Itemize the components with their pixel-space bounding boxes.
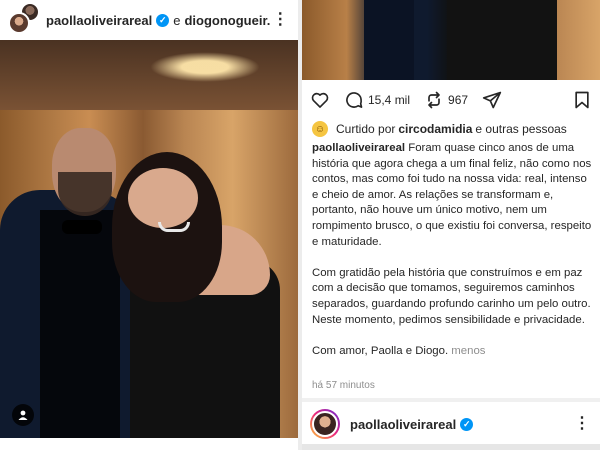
liker-avatar-icon[interactable]: ☺ (312, 121, 328, 137)
caption-author[interactable]: paollaoliveirareal (312, 142, 405, 154)
authors-conjunction: e (173, 12, 181, 28)
liked-by-prefix: Curtido por (336, 122, 396, 136)
next-post-edge (0, 438, 298, 450)
liked-by-suffix[interactable]: e outras pessoas (475, 122, 566, 136)
photo-lamp (150, 52, 260, 82)
post-photo-bottom[interactable] (302, 0, 600, 80)
coauthor-username[interactable]: diogonogueir... (184, 13, 270, 28)
post-header: paollaoliveirareal ✓ e diogonogueir... ⋮ (0, 0, 298, 40)
post-authors: paollaoliveirareal ✓ e diogonogueir... (46, 13, 271, 28)
caption-paragraph-1: Foram quase cinco anos de uma história q… (312, 142, 592, 248)
liked-by-user[interactable]: circodamidia (398, 122, 472, 136)
photo-woman-dress-bottom (447, 0, 557, 80)
save-button[interactable] (572, 90, 592, 110)
tagged-users-icon[interactable] (12, 404, 34, 426)
post-caption: paollaoliveirareal Foram quase cinco ano… (312, 141, 594, 359)
caption-paragraph-3: Com amor, Paolla e Diogo. (312, 344, 449, 357)
repost-button[interactable]: 967 (424, 90, 468, 110)
like-button[interactable] (310, 90, 330, 110)
left-post: paollaoliveirareal ✓ e diogonogueir... ⋮ (0, 0, 298, 450)
comment-count: 15,4 mil (368, 93, 411, 107)
photo-bowtie (62, 220, 102, 234)
post-actions: 15,4 mil 967 (302, 86, 600, 114)
photo-ceiling (0, 40, 298, 110)
caption-paragraph-2: Com gratidão pela história que construím… (312, 266, 591, 326)
post-separator (302, 398, 600, 402)
post-photo[interactable] (0, 40, 298, 438)
comment-button[interactable]: 15,4 mil (344, 90, 410, 110)
more-options-icon[interactable]: ⋮ (572, 416, 592, 432)
right-post: 15,4 mil 967 ☺ Curtido por circodamidia … (302, 0, 600, 450)
liked-by: ☺ Curtido por circodamidia e outras pess… (312, 120, 597, 138)
avatar (312, 411, 338, 437)
repost-icon (428, 91, 440, 109)
send-icon (482, 91, 502, 109)
verified-icon: ✓ (460, 417, 474, 431)
repost-count: 967 (448, 93, 469, 107)
bookmark-icon (575, 91, 589, 109)
next-post-author: paollaoliveirareal ✓ (350, 417, 474, 432)
story-ring-avatar[interactable] (310, 409, 340, 439)
photo-man-shirt (40, 210, 120, 438)
photo-woman-face (128, 168, 198, 228)
post-timestamp: há 57 minutos (312, 380, 375, 391)
next-author-username[interactable]: paollaoliveirareal (350, 417, 456, 432)
less-link[interactable]: menos (451, 345, 485, 357)
next-post-header: paollaoliveirareal ✓ ⋮ (302, 406, 600, 442)
author-username[interactable]: paollaoliveirareal (46, 13, 152, 28)
share-button[interactable] (482, 90, 502, 110)
heart-icon (311, 92, 329, 108)
collab-avatars[interactable] (8, 2, 40, 34)
more-options-icon[interactable]: ⋮ (271, 12, 290, 28)
verified-icon: ✓ (156, 13, 170, 27)
photo-man-legs (364, 0, 414, 80)
photo-necklace (158, 222, 190, 232)
author-avatar[interactable] (8, 12, 30, 34)
comment-icon (346, 92, 363, 108)
next-post-photo-edge (302, 444, 600, 450)
